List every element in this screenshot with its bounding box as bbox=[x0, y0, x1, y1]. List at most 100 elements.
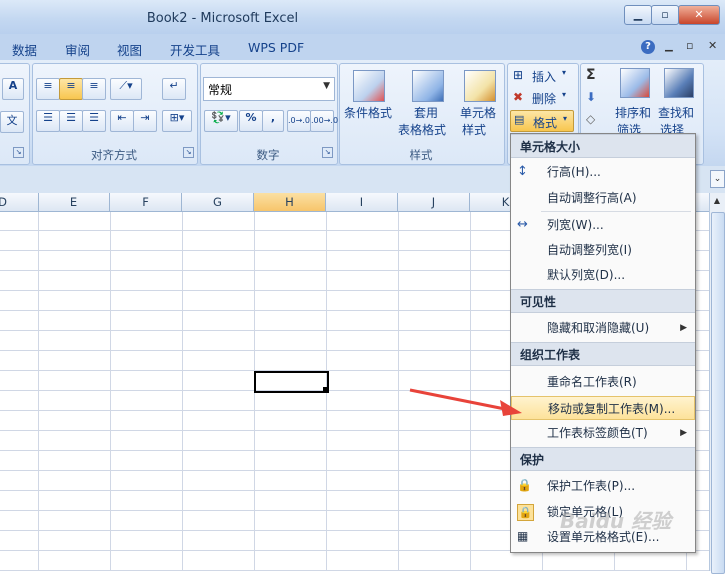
align-bottom-icon[interactable]: ≡ bbox=[82, 78, 106, 100]
tab-data[interactable]: 数据 bbox=[12, 40, 37, 59]
column-header-g[interactable]: G bbox=[182, 193, 254, 211]
lock-cell-icon: 🔒 bbox=[517, 504, 534, 521]
menu-item-label: 默认列宽(D)... bbox=[547, 268, 626, 282]
fill-icon[interactable]: ⬇ bbox=[586, 90, 596, 104]
font-size-decrease-button[interactable]: A bbox=[2, 78, 24, 100]
fill-handle[interactable] bbox=[323, 387, 328, 392]
menu-item-default-width[interactable]: 默认列宽(D)... bbox=[511, 263, 695, 287]
menu-item-column-width[interactable]: ↔ 列宽(W)... bbox=[511, 213, 695, 237]
chevron-down-icon: ▾ bbox=[563, 114, 568, 123]
styles-group-label: 样式 bbox=[409, 148, 433, 162]
number-launcher-icon[interactable]: ↘ bbox=[322, 147, 333, 158]
decrease-decimal-icon[interactable]: .00→.0 bbox=[310, 110, 338, 132]
format-cells-icon: ▦ bbox=[517, 529, 529, 543]
find-select-icon[interactable] bbox=[664, 68, 694, 98]
decrease-indent-icon[interactable]: ⇤ bbox=[110, 110, 134, 132]
format-button[interactable]: ▤ 格式 ▾ bbox=[510, 110, 574, 132]
column-header-f[interactable]: F bbox=[110, 193, 182, 211]
menu-divider bbox=[541, 211, 691, 212]
tab-view[interactable]: 视图 bbox=[117, 40, 142, 59]
align-center-icon[interactable]: ☰ bbox=[59, 110, 83, 132]
menu-item-hide-unhide[interactable]: 隐藏和取消隐藏(U) ▶ bbox=[511, 316, 695, 340]
alignment-launcher-icon[interactable]: ↘ bbox=[183, 147, 194, 158]
menu-item-protect-sheet[interactable]: 🔒 保护工作表(P)... bbox=[511, 474, 695, 498]
align-right-icon[interactable]: ☰ bbox=[82, 110, 106, 132]
delete-cells-icon[interactable]: ✖ bbox=[513, 90, 523, 104]
scroll-up-icon[interactable]: ▲ bbox=[711, 196, 723, 210]
accounting-format-icon[interactable]: 💱▾ bbox=[204, 110, 238, 132]
submenu-arrow-icon: ▶ bbox=[680, 428, 687, 438]
menu-item-row-height[interactable]: ↕ 行高(H)... bbox=[511, 160, 695, 184]
menu-header-organize: 组织工作表 bbox=[511, 342, 695, 366]
close-button[interactable]: ✕ bbox=[678, 5, 720, 25]
delete-chevron-icon[interactable]: ▾ bbox=[562, 90, 566, 99]
minimize-button[interactable]: ▁ bbox=[624, 5, 652, 25]
delete-button[interactable]: 删除 bbox=[532, 90, 556, 107]
autosum-icon[interactable]: Σ bbox=[586, 67, 596, 83]
phonetic-button[interactable]: 文 bbox=[0, 111, 24, 133]
menu-header-protection: 保护 bbox=[511, 447, 695, 471]
tab-wps-pdf[interactable]: WPS PDF bbox=[248, 40, 304, 55]
column-width-icon: ↔ bbox=[517, 217, 528, 232]
merge-center-icon[interactable]: ⊞▾ bbox=[162, 110, 192, 132]
menu-item-label: 自动调整列宽(I) bbox=[547, 243, 632, 257]
expand-formula-icon[interactable]: ⌄ bbox=[710, 170, 725, 188]
menu-item-label: 保护工作表(P)... bbox=[547, 479, 636, 493]
ribbon-minimize-icon[interactable]: ▁ bbox=[665, 41, 673, 52]
sort-filter-label-1[interactable]: 排序和 bbox=[615, 104, 651, 121]
find-select-label-1[interactable]: 查找和 bbox=[658, 104, 694, 121]
column-header-j[interactable]: J bbox=[398, 193, 470, 211]
table-format-icon[interactable] bbox=[412, 70, 444, 102]
increase-decimal-icon[interactable]: .0→.00 bbox=[287, 110, 315, 132]
menu-header-cell-size: 单元格大小 bbox=[511, 134, 695, 158]
column-header-d[interactable]: D bbox=[0, 193, 39, 211]
align-left-icon[interactable]: ☰ bbox=[36, 110, 60, 132]
font-launcher-icon[interactable]: ↘ bbox=[13, 147, 24, 158]
menu-item-label: 行高(H)... bbox=[547, 165, 601, 179]
menu-item-move-copy-sheet[interactable]: 移动或复制工作表(M)... bbox=[511, 396, 695, 420]
conditional-format-label[interactable]: 条件格式 bbox=[344, 104, 392, 121]
watermark: Baidu 经验 bbox=[560, 509, 672, 533]
insert-cells-icon[interactable]: ⊞ bbox=[513, 68, 523, 82]
tab-review[interactable]: 审阅 bbox=[65, 40, 90, 59]
ribbon-close-icon[interactable]: ✕ bbox=[708, 39, 717, 52]
format-icon: ▤ bbox=[514, 113, 525, 126]
increase-indent-icon[interactable]: ⇥ bbox=[133, 110, 157, 132]
alignment-group-label: 对齐方式 bbox=[91, 148, 137, 162]
menu-item-tab-color[interactable]: 工作表标签颜色(T) ▶ bbox=[511, 421, 695, 445]
column-header-h[interactable]: H bbox=[254, 193, 326, 211]
number-format-dropdown[interactable]: 常规 ▼ bbox=[203, 77, 335, 101]
cell-style-icon[interactable] bbox=[464, 70, 496, 102]
insert-button[interactable]: 插入 bbox=[532, 68, 556, 85]
table-format-label-1[interactable]: 套用 bbox=[414, 104, 438, 121]
insert-chevron-icon[interactable]: ▾ bbox=[562, 68, 566, 77]
comma-button[interactable]: , bbox=[262, 110, 284, 132]
format-dropdown-menu: 单元格大小 ↕ 行高(H)... 自动调整行高(A) ↔ 列宽(W)... 自动… bbox=[510, 133, 696, 553]
tab-developer[interactable]: 开发工具 bbox=[170, 40, 220, 59]
align-middle-icon[interactable]: ≡ bbox=[59, 78, 83, 100]
wrap-text-icon[interactable]: ↵ bbox=[162, 78, 186, 100]
align-top-icon[interactable]: ≡ bbox=[36, 78, 60, 100]
help-icon[interactable]: ? bbox=[641, 40, 655, 54]
cell-style-label-1[interactable]: 单元格 bbox=[460, 104, 496, 121]
menu-item-label: 隐藏和取消隐藏(U) bbox=[547, 321, 650, 335]
sort-filter-icon[interactable] bbox=[620, 68, 650, 98]
menu-item-autofit-column[interactable]: 自动调整列宽(I) bbox=[511, 238, 695, 262]
active-cell[interactable] bbox=[254, 371, 329, 393]
percent-button[interactable]: % bbox=[239, 110, 263, 132]
clear-icon[interactable]: ◇ bbox=[586, 112, 595, 126]
cell-style-label-2[interactable]: 样式 bbox=[462, 121, 486, 138]
scroll-thumb[interactable] bbox=[711, 212, 725, 574]
column-header-i[interactable]: I bbox=[326, 193, 398, 211]
column-header-e[interactable]: E bbox=[38, 193, 110, 211]
number-group-label: 数字 bbox=[256, 148, 280, 162]
menu-item-autofit-row[interactable]: 自动调整行高(A) bbox=[511, 186, 695, 210]
ribbon-restore-icon[interactable]: ▫ bbox=[686, 39, 693, 52]
conditional-format-icon[interactable] bbox=[353, 70, 385, 102]
restore-button[interactable]: ▫ bbox=[651, 5, 679, 25]
window-title: Book2 - Microsoft Excel bbox=[146, 11, 299, 26]
menu-item-rename-sheet[interactable]: 重命名工作表(R) bbox=[511, 370, 695, 394]
number-format-value: 常规 bbox=[208, 83, 233, 97]
table-format-label-2[interactable]: 表格格式 bbox=[398, 121, 446, 138]
orientation-icon[interactable]: ⟋▾ bbox=[110, 78, 142, 100]
